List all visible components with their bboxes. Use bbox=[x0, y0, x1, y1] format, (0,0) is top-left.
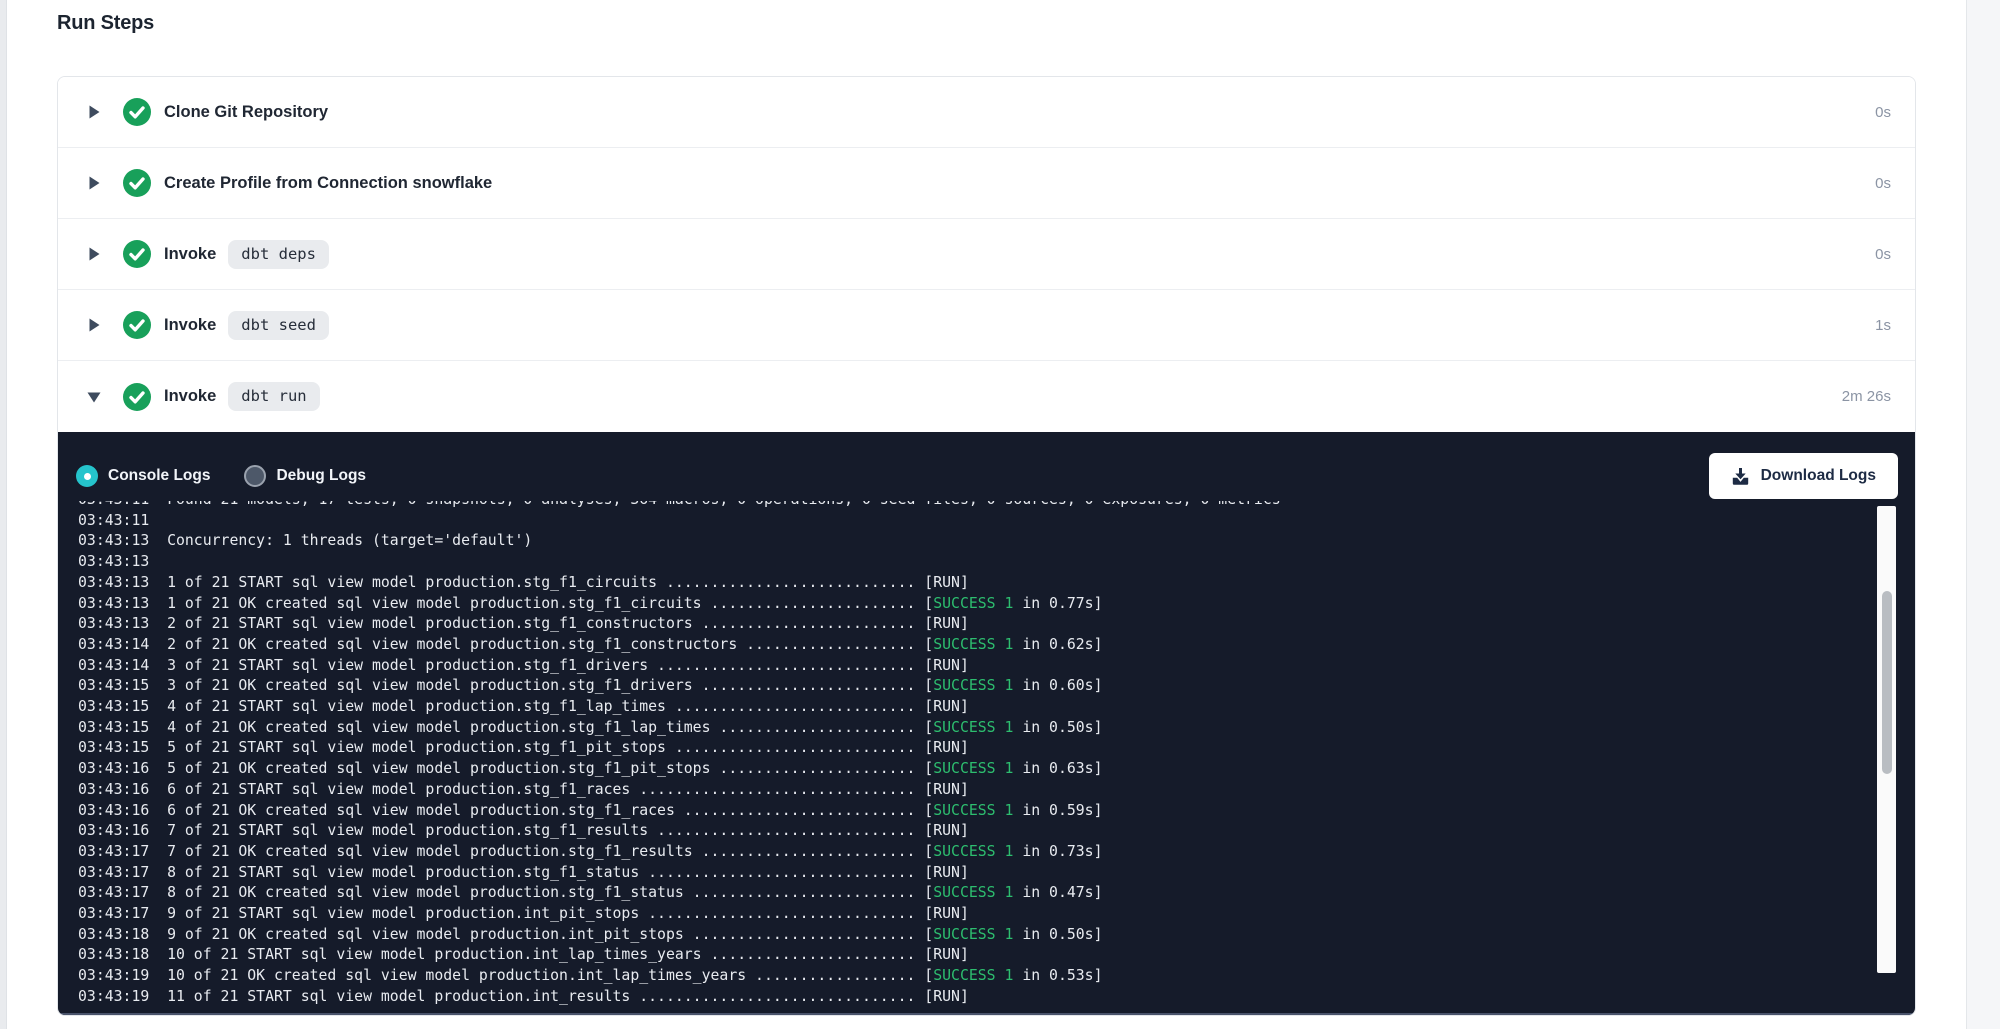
step-label: Invoke bbox=[164, 387, 216, 406]
step-duration: 0s bbox=[1875, 175, 1891, 192]
log-line: 03:43:13 1 of 21 START sql view model pr… bbox=[78, 573, 1868, 594]
download-icon bbox=[1731, 467, 1750, 486]
log-line: 03:43:13 2 of 21 START sql view model pr… bbox=[78, 614, 1868, 635]
log-line: 03:43:13 bbox=[78, 552, 1868, 573]
log-tab-label: Debug Logs bbox=[276, 467, 366, 485]
run-step-row[interactable]: Invoke dbt seed 1s bbox=[58, 290, 1915, 361]
chevron-right-icon[interactable] bbox=[88, 176, 101, 190]
run-steps-card: Clone Git Repository0sCreate Profile fro… bbox=[57, 76, 1916, 1016]
step-duration: 2m 26s bbox=[1842, 388, 1891, 405]
log-scrollbar-thumb[interactable] bbox=[1882, 591, 1892, 774]
step-label: Clone Git Repository bbox=[164, 103, 328, 122]
step-command-badge: dbt seed bbox=[228, 311, 329, 340]
log-line: 03:43:19 11 of 21 START sql view model p… bbox=[78, 987, 1868, 1007]
log-line: 03:43:17 7 of 21 OK created sql view mod… bbox=[78, 842, 1868, 863]
download-logs-label: Download Logs bbox=[1761, 467, 1876, 485]
radio-selected-icon[interactable] bbox=[76, 465, 98, 487]
step-duration: 0s bbox=[1875, 104, 1891, 121]
step-label: Invoke bbox=[164, 245, 216, 264]
log-line: 03:43:16 7 of 21 START sql view model pr… bbox=[78, 821, 1868, 842]
left-page-gutter bbox=[0, 0, 7, 1029]
check-circle-icon bbox=[123, 240, 151, 268]
run-step-row[interactable]: Clone Git Repository 0s bbox=[58, 77, 1915, 148]
log-line: 03:43:16 5 of 21 OK created sql view mod… bbox=[78, 759, 1868, 780]
step-command-badge: dbt deps bbox=[228, 240, 329, 269]
log-line: 03:43:15 4 of 21 OK created sql view mod… bbox=[78, 718, 1868, 739]
right-page-gutter bbox=[1966, 0, 2000, 1029]
chevron-down-icon[interactable] bbox=[88, 390, 101, 404]
step-duration: 1s bbox=[1875, 317, 1891, 334]
log-tab-debug-logs[interactable]: Debug Logs bbox=[244, 465, 366, 487]
log-line: 03:43:17 9 of 21 START sql view model pr… bbox=[78, 904, 1868, 925]
check-circle-icon bbox=[123, 311, 151, 339]
page-title: Run Steps bbox=[57, 12, 154, 35]
console-log-output[interactable]: 03:43:11 Found 21 models, 17 tests, 0 sn… bbox=[78, 501, 1868, 1007]
run-step-row[interactable]: Create Profile from Connection snowflake… bbox=[58, 148, 1915, 219]
log-line: 03:43:16 6 of 21 OK created sql view mod… bbox=[78, 801, 1868, 822]
step-label: Invoke bbox=[164, 316, 216, 335]
log-line: 03:43:11 bbox=[78, 511, 1868, 532]
log-type-radio-group: Console Logs Debug Logs bbox=[76, 465, 366, 487]
log-panel: Console Logs Debug Logs Download Logs 03:… bbox=[58, 432, 1915, 1015]
run-step-row[interactable]: Invoke dbt deps 0s bbox=[58, 219, 1915, 290]
log-line: 03:43:15 3 of 21 OK created sql view mod… bbox=[78, 676, 1868, 697]
check-circle-icon bbox=[123, 383, 151, 411]
check-circle-icon bbox=[123, 98, 151, 126]
chevron-right-icon[interactable] bbox=[88, 105, 101, 119]
step-command-badge: dbt run bbox=[228, 382, 319, 411]
log-line: 03:43:14 2 of 21 OK created sql view mod… bbox=[78, 635, 1868, 656]
log-line: 03:43:18 9 of 21 OK created sql view mod… bbox=[78, 925, 1868, 946]
run-step-row[interactable]: Invoke dbt run 2m 26s bbox=[58, 361, 1915, 432]
step-duration: 0s bbox=[1875, 246, 1891, 263]
radio-unselected-icon[interactable] bbox=[244, 465, 266, 487]
chevron-right-icon[interactable] bbox=[88, 247, 101, 261]
log-line: 03:43:13 Concurrency: 1 threads (target=… bbox=[78, 531, 1868, 552]
log-line: 03:43:17 8 of 21 OK created sql view mod… bbox=[78, 883, 1868, 904]
log-line: 03:43:18 10 of 21 START sql view model p… bbox=[78, 945, 1868, 966]
log-line: 03:43:16 6 of 21 START sql view model pr… bbox=[78, 780, 1868, 801]
log-line: 03:43:14 3 of 21 START sql view model pr… bbox=[78, 656, 1868, 677]
log-tab-label: Console Logs bbox=[108, 467, 210, 485]
log-line: 03:43:15 5 of 21 START sql view model pr… bbox=[78, 738, 1868, 759]
log-line: 03:43:13 1 of 21 OK created sql view mod… bbox=[78, 594, 1868, 615]
log-line: 03:43:17 8 of 21 START sql view model pr… bbox=[78, 863, 1868, 884]
download-logs-button[interactable]: Download Logs bbox=[1709, 453, 1898, 499]
step-label: Create Profile from Connection snowflake bbox=[164, 174, 492, 193]
chevron-right-icon[interactable] bbox=[88, 318, 101, 332]
log-line: 03:43:19 10 of 21 OK created sql view mo… bbox=[78, 966, 1868, 987]
log-tab-console-logs[interactable]: Console Logs bbox=[76, 465, 210, 487]
log-line: 03:43:11 Found 21 models, 17 tests, 0 sn… bbox=[78, 501, 1868, 511]
check-circle-icon bbox=[123, 169, 151, 197]
log-line: 03:43:15 4 of 21 START sql view model pr… bbox=[78, 697, 1868, 718]
log-scrollbar-track[interactable] bbox=[1877, 506, 1896, 973]
